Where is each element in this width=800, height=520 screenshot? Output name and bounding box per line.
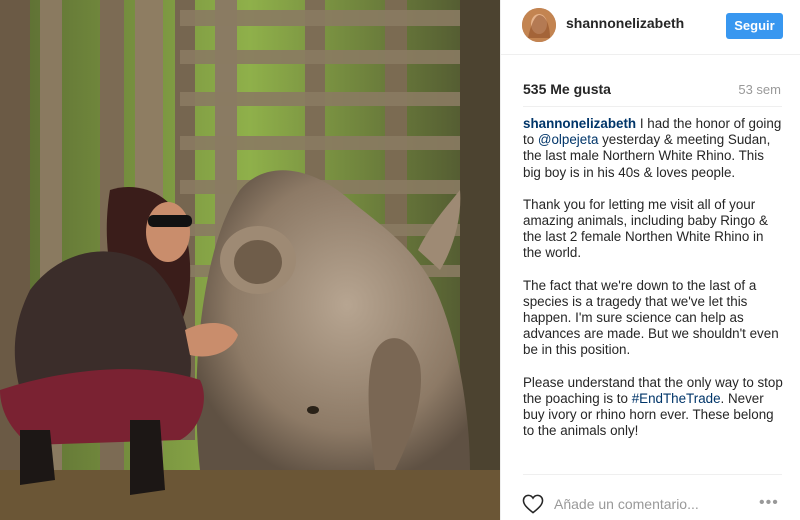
caption-paragraph-2: Thank you for letting me visit all of yo…: [523, 196, 768, 261]
avatar[interactable]: [522, 8, 556, 42]
likes-count[interactable]: 535 Me gusta: [523, 81, 611, 97]
post-age[interactable]: 53 sem: [738, 82, 781, 97]
hashtag-link[interactable]: #EndTheTrade: [632, 391, 721, 406]
comment-bar: •••: [501, 474, 800, 520]
caption-paragraph-3: The fact that we're down to the last of …: [523, 277, 779, 358]
username[interactable]: shannonelizabeth: [566, 15, 684, 31]
caption-paragraph-1: shannonelizabeth I had the honor of goin…: [523, 116, 785, 181]
post-photo[interactable]: [0, 0, 500, 520]
follow-button[interactable]: Seguir: [726, 13, 783, 39]
caption-paragraph-4: Please understand that the only way to s…: [523, 375, 785, 440]
post-header: shannonelizabeth Seguir: [501, 0, 800, 55]
instagram-post: shannonelizabeth Seguir 535 Me gusta 53 …: [0, 0, 800, 520]
post-sidebar: shannonelizabeth Seguir 535 Me gusta 53 …: [500, 0, 800, 520]
avatar-image: [522, 8, 556, 42]
rhino-photo-illustration: [0, 0, 500, 520]
mention-link[interactable]: @olpejeta: [538, 132, 599, 147]
heart-icon[interactable]: [522, 494, 544, 514]
divider: [523, 106, 782, 107]
comment-input[interactable]: [554, 494, 754, 514]
caption: shannonelizabeth I had the honor of goin…: [523, 116, 785, 455]
more-options-icon[interactable]: •••: [759, 494, 785, 512]
caption-username[interactable]: shannonelizabeth: [523, 116, 636, 131]
